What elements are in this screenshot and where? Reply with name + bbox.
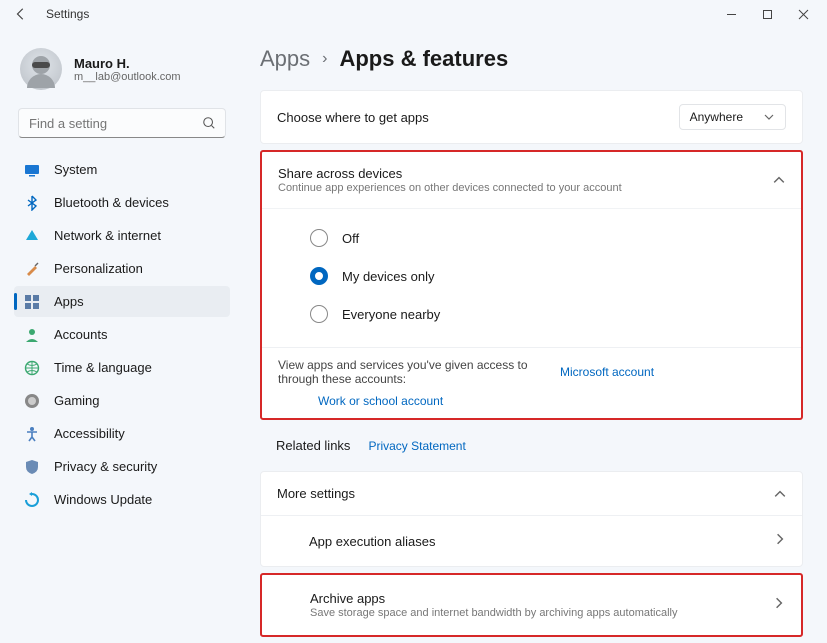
share-devices-header[interactable]: Share across devices Continue app experi… <box>262 152 801 209</box>
sidebar-item-accessibility[interactable]: Accessibility <box>14 418 230 449</box>
sidebar-item-label: Windows Update <box>54 492 152 507</box>
globe-icon <box>24 360 40 376</box>
page-title: Apps & features <box>339 46 508 72</box>
breadcrumb: Apps › Apps & features <box>260 46 803 72</box>
chevron-right-icon <box>774 532 786 550</box>
sidebar-item-label: Time & language <box>54 360 152 375</box>
apps-icon <box>24 294 40 310</box>
get-apps-label: Choose where to get apps <box>277 110 429 125</box>
accessibility-icon <box>24 426 40 442</box>
sidebar-item-label: Apps <box>54 294 84 309</box>
chevron-up-icon <box>774 488 786 500</box>
get-apps-dropdown[interactable]: Anywhere <box>679 104 786 130</box>
window-title: Settings <box>46 7 89 21</box>
radio-icon <box>310 305 328 323</box>
sidebar-item-update[interactable]: Windows Update <box>14 484 230 515</box>
dropdown-value: Anywhere <box>690 110 743 124</box>
titlebar: Settings <box>0 0 827 28</box>
chevron-up-icon <box>773 174 785 186</box>
breadcrumb-parent[interactable]: Apps <box>260 46 310 72</box>
profile-button[interactable]: Mauro H. m__lab@outlook.com <box>14 44 230 108</box>
app-execution-aliases-row[interactable]: App execution aliases <box>261 515 802 566</box>
sidebar-item-personalization[interactable]: Personalization <box>14 253 230 284</box>
profile-name: Mauro H. <box>74 56 181 71</box>
share-devices-panel: Share across devices Continue app experi… <box>260 150 803 420</box>
share-title: Share across devices <box>278 166 622 181</box>
sidebar-item-label: Accounts <box>54 327 107 342</box>
sidebar-item-label: System <box>54 162 97 177</box>
work-school-account-link[interactable]: Work or school account <box>318 394 443 408</box>
share-option-everyone[interactable]: Everyone nearby <box>262 295 801 333</box>
sidebar-item-system[interactable]: System <box>14 154 230 185</box>
main-content: Apps › Apps & features Choose where to g… <box>238 28 827 643</box>
more-settings-header[interactable]: More settings <box>261 472 802 515</box>
nav-list: System Bluetooth & devices Network & int… <box>14 154 230 515</box>
sidebar: Mauro H. m__lab@outlook.com System Bluet… <box>0 28 238 643</box>
more-settings-title: More settings <box>277 486 355 501</box>
privacy-statement-link[interactable]: Privacy Statement <box>368 439 465 453</box>
sidebar-item-time[interactable]: Time & language <box>14 352 230 383</box>
related-links-label: Related links <box>276 438 350 453</box>
get-apps-row: Choose where to get apps Anywhere <box>261 91 802 143</box>
minimize-button[interactable] <box>713 0 749 28</box>
chevron-right-icon: › <box>322 50 327 68</box>
sidebar-item-label: Personalization <box>54 261 143 276</box>
maximize-button[interactable] <box>749 0 785 28</box>
related-links-row: Related links Privacy Statement <box>260 426 803 465</box>
sidebar-item-accounts[interactable]: Accounts <box>14 319 230 350</box>
radio-label: Off <box>342 231 359 246</box>
sidebar-item-bluetooth[interactable]: Bluetooth & devices <box>14 187 230 218</box>
archive-apps-row[interactable]: Archive apps Save storage space and inte… <box>262 575 801 635</box>
update-icon <box>24 492 40 508</box>
wifi-icon <box>24 228 40 244</box>
gaming-icon <box>24 393 40 409</box>
sidebar-item-network[interactable]: Network & internet <box>14 220 230 251</box>
sidebar-item-label: Privacy & security <box>54 459 157 474</box>
bluetooth-icon <box>24 195 40 211</box>
share-option-my-devices[interactable]: My devices only <box>262 257 801 295</box>
access-text: View apps and services you've given acce… <box>278 358 548 386</box>
sidebar-item-apps[interactable]: Apps <box>14 286 230 317</box>
search-icon <box>202 116 216 130</box>
microsoft-account-link[interactable]: Microsoft account <box>560 365 654 379</box>
person-icon <box>24 327 40 343</box>
chevron-down-icon <box>763 111 775 123</box>
chevron-right-icon <box>773 596 785 614</box>
radio-selected-icon <box>310 267 328 285</box>
system-icon <box>24 162 40 178</box>
search-input[interactable] <box>18 108 226 138</box>
sidebar-item-gaming[interactable]: Gaming <box>14 385 230 416</box>
archive-title: Archive apps <box>310 591 678 606</box>
shield-icon <box>24 459 40 475</box>
sidebar-item-privacy[interactable]: Privacy & security <box>14 451 230 482</box>
share-sub: Continue app experiences on other device… <box>278 182 622 194</box>
back-button[interactable] <box>12 5 30 23</box>
sidebar-item-label: Bluetooth & devices <box>54 195 169 210</box>
share-option-off[interactable]: Off <box>262 219 801 257</box>
radio-label: Everyone nearby <box>342 307 440 322</box>
aliases-title: App execution aliases <box>309 534 435 549</box>
sidebar-item-label: Accessibility <box>54 426 125 441</box>
close-button[interactable] <box>785 0 821 28</box>
sidebar-item-label: Gaming <box>54 393 100 408</box>
radio-icon <box>310 229 328 247</box>
profile-email: m__lab@outlook.com <box>74 71 181 83</box>
brush-icon <box>24 261 40 277</box>
radio-label: My devices only <box>342 269 434 284</box>
archive-sub: Save storage space and internet bandwidt… <box>310 607 678 619</box>
avatar <box>20 48 62 90</box>
sidebar-item-label: Network & internet <box>54 228 161 243</box>
